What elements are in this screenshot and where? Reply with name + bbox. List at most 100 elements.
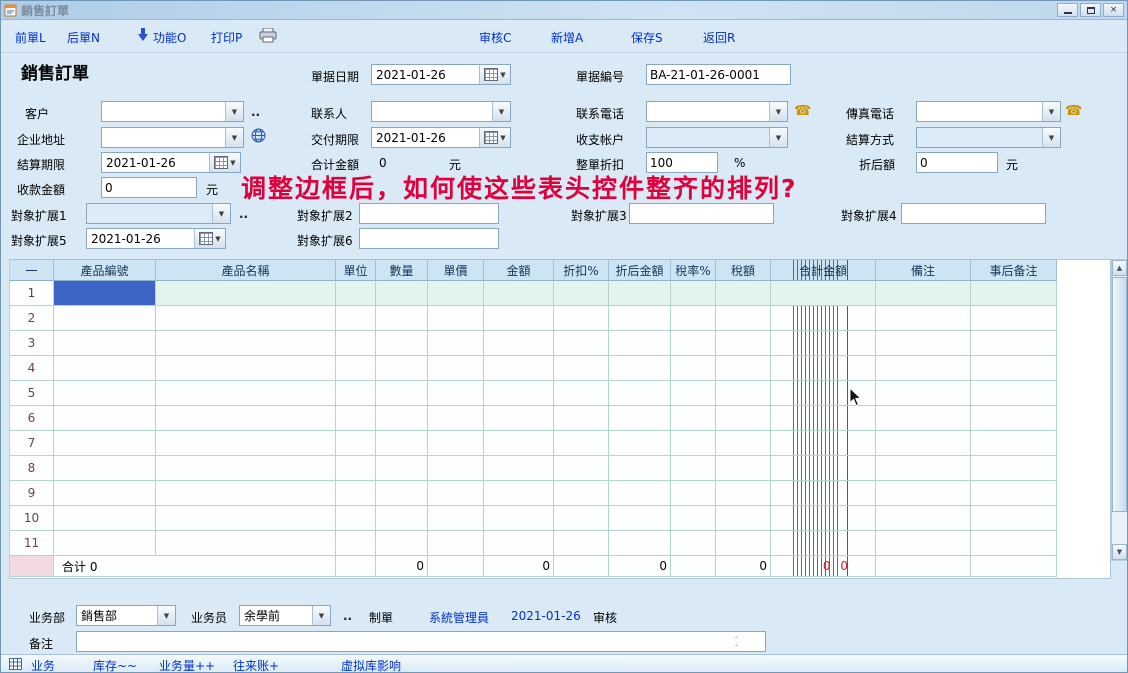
row-number[interactable]: 4 [9,356,54,381]
phone-icon[interactable]: ☎ [1065,104,1082,118]
grid-cell[interactable] [716,456,771,481]
row-number[interactable]: 7 [9,431,54,456]
column-header[interactable]: 折后金額 [609,259,671,281]
grid-cell[interactable] [376,481,428,506]
grid-cell[interactable] [876,481,971,506]
calendar-dropdown-button[interactable]: ▼ [194,229,225,248]
grid-cell[interactable] [876,506,971,531]
grid-cell[interactable] [716,331,771,356]
statusbar-link-accounts[interactable]: 往来账+ [233,657,279,673]
grid-cell[interactable] [336,331,376,356]
grid-cell[interactable] [671,506,716,531]
add-button[interactable]: 新增A [551,29,583,46]
statusbar-link-business[interactable]: 业务 [31,657,55,673]
grid-cell[interactable] [156,531,336,556]
grid-cell[interactable] [771,481,876,506]
grid-cell[interactable] [671,481,716,506]
ext1-combo[interactable]: ▼ [86,203,231,224]
grid-cell[interactable] [716,406,771,431]
grid-cell[interactable] [771,431,876,456]
grid-cell[interactable] [484,281,554,306]
grid-cell[interactable] [336,431,376,456]
grid-cell[interactable] [54,531,156,556]
grid-cell[interactable] [671,531,716,556]
calendar-dropdown-button[interactable]: ▼ [209,153,240,172]
prev-doc-button[interactable]: 前單L [15,29,46,46]
address-combo[interactable]: ▼ [101,127,244,148]
column-header[interactable]: 稅額 [716,259,771,281]
grid-cell[interactable] [484,531,554,556]
grid-cell[interactable] [484,431,554,456]
statusbar-link-volume[interactable]: 业务量++ [159,657,215,673]
grid-cell[interactable] [156,281,336,306]
grid-cell[interactable] [609,531,671,556]
settle-method-combo[interactable]: ▼ [916,127,1061,148]
grid-cell[interactable] [971,356,1057,381]
grid-cell[interactable] [554,406,609,431]
ext2-input[interactable] [359,203,499,224]
grid-cell[interactable] [54,406,156,431]
statusbar-link-stock[interactable]: 库存~~ [93,657,137,673]
chevron-down-icon[interactable]: ▼ [1042,128,1060,147]
grid-cell[interactable] [554,506,609,531]
grid-cell[interactable] [716,356,771,381]
grid-cell[interactable] [376,281,428,306]
selected-cell[interactable] [54,281,156,306]
corner-header[interactable]: 一 [9,259,54,281]
grid-cell[interactable] [876,281,971,306]
grid-cell[interactable] [609,431,671,456]
salesman-combo[interactable]: 余學前 ▼ [239,605,331,626]
grid-cell[interactable] [336,506,376,531]
row-number[interactable]: 11 [9,531,54,556]
chevron-down-icon[interactable]: ▼ [312,606,330,625]
grid-cell[interactable] [716,531,771,556]
settle-term-combo[interactable]: 2021-01-26 ▼ [101,152,241,173]
doc-no-input[interactable] [646,64,791,85]
ext1-more-button[interactable]: .. [239,207,248,221]
grid-cell[interactable] [609,356,671,381]
save-button[interactable]: 保存S [631,29,663,46]
grid-cell[interactable] [336,356,376,381]
grid-cell[interactable] [771,356,876,381]
grid-cell[interactable] [54,306,156,331]
maximize-button[interactable] [1080,3,1101,17]
row-number[interactable]: 3 [9,331,54,356]
grid-cell[interactable] [336,381,376,406]
grid-cell[interactable] [156,406,336,431]
scroll-down-button[interactable]: ▼ [1112,544,1127,560]
scroll-thumb[interactable] [1112,277,1127,512]
audit-button[interactable]: 审核C [479,29,511,46]
chevron-down-icon[interactable]: ▼ [492,102,510,121]
grid-cell[interactable] [428,481,484,506]
printer-icon[interactable] [259,28,277,43]
grid-cell[interactable] [876,381,971,406]
grid-cell[interactable] [771,531,876,556]
column-header[interactable]: 稅率% [671,259,716,281]
grid-cell[interactable] [376,431,428,456]
grid-cell[interactable] [716,506,771,531]
close-button[interactable]: × [1103,3,1124,17]
grid-cell[interactable] [54,356,156,381]
row-number[interactable]: 10 [9,506,54,531]
spinner-icon[interactable]: ⌃⌄ [734,637,739,647]
grid-cell[interactable] [156,306,336,331]
chevron-down-icon[interactable]: ▼ [1042,102,1060,121]
remark-input[interactable]: ⌃⌄ [76,631,766,652]
column-header[interactable]: 折扣% [554,259,609,281]
grid-cell[interactable] [336,456,376,481]
ext6-input[interactable] [359,228,499,249]
dept-combo[interactable]: 銷售部 ▼ [76,605,176,626]
vertical-scrollbar[interactable]: ▲ ▼ [1111,259,1128,561]
account-combo[interactable]: ▼ [646,127,788,148]
column-header[interactable]: 金額 [484,259,554,281]
grid-cell[interactable] [716,281,771,306]
grid-cell[interactable] [971,456,1057,481]
column-header[interactable]: 產品編號 [54,259,156,281]
grid-cell[interactable] [484,356,554,381]
grid-cell[interactable] [156,481,336,506]
functions-button[interactable]: 功能O [153,29,186,46]
next-doc-button[interactable]: 后單N [67,29,100,46]
grid-cell[interactable] [54,381,156,406]
phone-icon[interactable]: ☎ [794,104,811,118]
grid-cell[interactable] [336,406,376,431]
